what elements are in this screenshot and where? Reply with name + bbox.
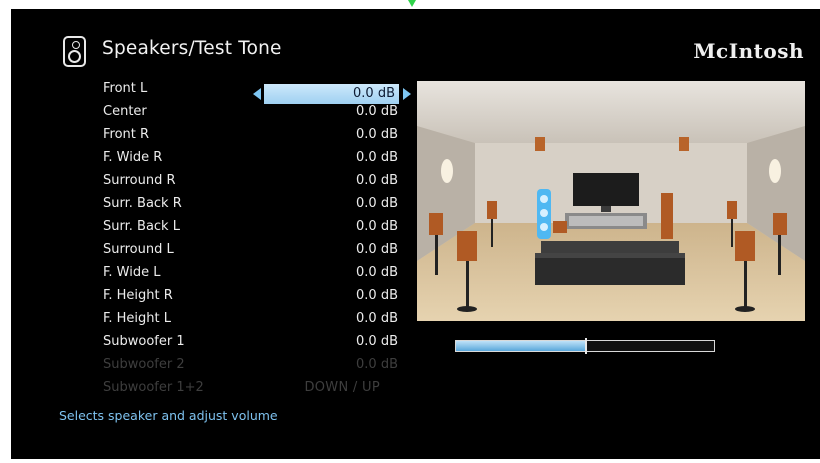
speaker-level: 0.0 dB — [356, 242, 398, 257]
speaker-row-subwoofer-1-2: Subwoofer 1+2 DOWN / UP — [103, 377, 423, 399]
speaker-label: F. Height R — [103, 288, 173, 303]
test-tone-level-meter — [455, 338, 715, 354]
speaker-row-f-wide-l[interactable]: F. Wide L 0.0 dB — [103, 262, 423, 284]
speaker-row-center[interactable]: Center 0.0 dB — [103, 101, 423, 123]
speaker-row-f-wide-r[interactable]: F. Wide R 0.0 dB — [103, 147, 423, 169]
speaker-row-subwoofer-1[interactable]: Subwoofer 1 0.0 dB — [103, 331, 423, 353]
speaker-label: Front L — [103, 81, 148, 96]
speaker-label: Front R — [103, 127, 150, 142]
top-indicator-icon — [408, 0, 416, 7]
speaker-label: Surr. Back R — [103, 196, 182, 211]
speaker-level: 0.0 dB — [356, 288, 398, 303]
speaker-row-f-height-l[interactable]: F. Height L 0.0 dB — [103, 308, 423, 330]
speaker-level: 0.0 dB — [356, 127, 398, 142]
speaker-row-surround-r[interactable]: Surround R 0.0 dB — [103, 170, 423, 192]
brand-logo: McIntosh — [693, 39, 804, 63]
speaker-level: 0.0 dB — [356, 219, 398, 234]
speaker-level: 0.0 dB — [356, 104, 398, 119]
level-meter-fill — [456, 341, 585, 351]
speaker-row-front-r[interactable]: Front R 0.0 dB — [103, 124, 423, 146]
page-title: Speakers/Test Tone — [102, 38, 282, 59]
speaker-label: Surr. Back L — [103, 219, 180, 234]
room-illustration — [417, 81, 805, 321]
speaker-level: 0.0 dB — [356, 334, 398, 349]
speaker-level: 0.0 dB — [356, 265, 398, 280]
speaker-label: Subwoofer 1 — [103, 334, 185, 349]
speaker-row-surr-back-l[interactable]: Surr. Back L 0.0 dB — [103, 216, 423, 238]
speaker-label: Subwoofer 1+2 — [103, 380, 204, 395]
speaker-level: 0.0 dB — [356, 196, 398, 211]
speaker-level: 0.0 dB — [356, 357, 398, 372]
level-meter-marker — [585, 338, 587, 354]
speaker-label: F. Wide R — [103, 150, 163, 165]
help-text: Selects speaker and adjust volume — [59, 408, 278, 423]
speaker-icon — [63, 36, 86, 67]
speaker-row-surround-l[interactable]: Surround L 0.0 dB — [103, 239, 423, 261]
speaker-label: Surround R — [103, 173, 176, 188]
speaker-row-f-height-r[interactable]: F. Height R 0.0 dB — [103, 285, 423, 307]
speaker-level: 0.0 dB — [356, 173, 398, 188]
speaker-level: DOWN / UP — [304, 380, 380, 395]
speaker-row-surr-back-r[interactable]: Surr. Back R 0.0 dB — [103, 193, 423, 215]
speaker-label: Center — [103, 104, 147, 119]
speaker-label: F. Height L — [103, 311, 172, 326]
screen: Speakers/Test Tone McIntosh 0.0 dB Front… — [11, 9, 820, 459]
speaker-row-subwoofer-2: Subwoofer 2 0.0 dB — [103, 354, 423, 376]
speaker-label: Surround L — [103, 242, 174, 257]
speaker-row-front-l[interactable]: Front L — [103, 78, 423, 100]
speaker-level: 0.0 dB — [356, 150, 398, 165]
speaker-label: Subwoofer 2 — [103, 357, 185, 372]
speaker-label: F. Wide L — [103, 265, 161, 280]
speaker-level: 0.0 dB — [356, 311, 398, 326]
